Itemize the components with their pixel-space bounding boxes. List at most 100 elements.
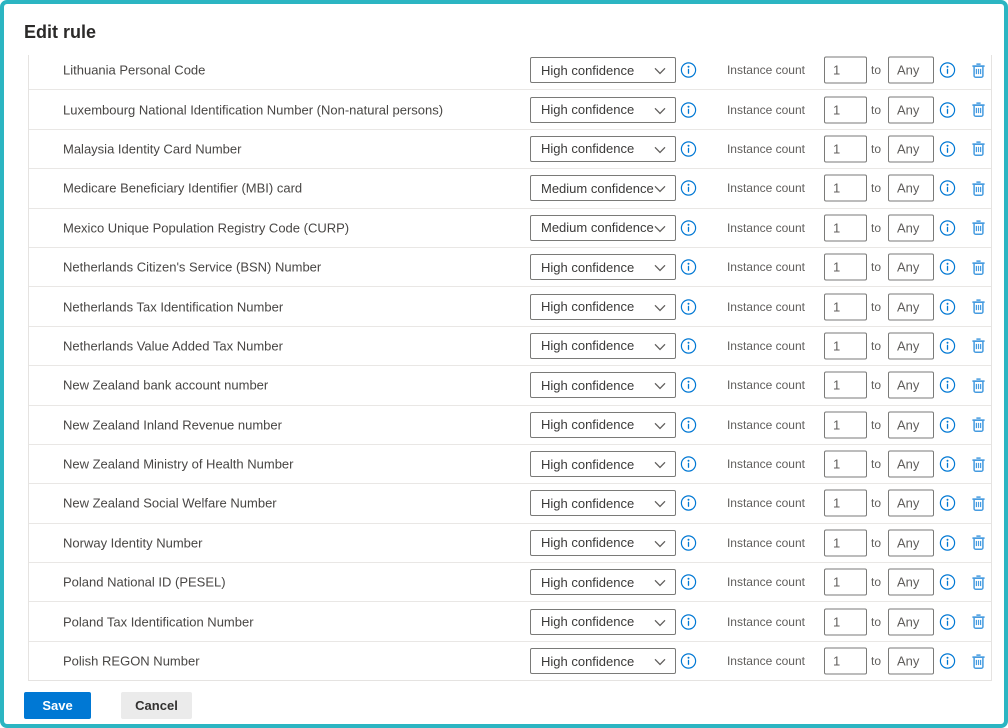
instance-count-max-input[interactable] — [888, 489, 934, 517]
delete-rule-button[interactable] — [968, 651, 988, 671]
instance-count-info-icon[interactable] — [939, 62, 956, 79]
instance-count-info-icon[interactable] — [939, 456, 956, 473]
instance-count-max-input[interactable] — [888, 371, 934, 399]
instance-count-min-input[interactable] — [824, 293, 867, 321]
instance-count-max-input[interactable] — [888, 647, 934, 675]
instance-count-min-input[interactable] — [824, 450, 867, 478]
delete-rule-button[interactable] — [968, 415, 988, 435]
instance-count-info-icon[interactable] — [939, 613, 956, 630]
instance-count-max-input[interactable] — [888, 135, 934, 163]
confidence-dropdown[interactable]: High confidence — [530, 332, 676, 359]
confidence-dropdown[interactable]: High confidence — [530, 529, 676, 556]
instance-count-max-input[interactable] — [888, 96, 934, 124]
instance-count-max-input[interactable] — [888, 214, 934, 242]
instance-count-info-icon[interactable] — [939, 140, 956, 157]
delete-rule-button[interactable] — [968, 139, 988, 159]
instance-count-info-icon[interactable] — [939, 337, 956, 354]
confidence-dropdown[interactable]: High confidence — [530, 490, 676, 517]
instance-count-min-input[interactable] — [824, 647, 867, 675]
cancel-button[interactable]: Cancel — [121, 692, 192, 719]
instance-count-max-input[interactable] — [888, 293, 934, 321]
instance-count-info-icon[interactable] — [939, 416, 956, 433]
instance-count-max-input[interactable] — [888, 411, 934, 439]
instance-count-info-icon[interactable] — [939, 259, 956, 276]
confidence-dropdown[interactable]: High confidence — [530, 96, 676, 123]
delete-rule-button[interactable] — [968, 336, 988, 356]
delete-rule-button[interactable] — [968, 612, 988, 632]
chevron-down-icon — [654, 500, 666, 508]
instance-count-min-input[interactable] — [824, 174, 867, 202]
instance-count-min-input[interactable] — [824, 371, 867, 399]
instance-count-label: Instance count — [726, 260, 805, 275]
confidence-dropdown[interactable]: Medium confidence — [530, 175, 676, 202]
confidence-dropdown-value: High confidence — [541, 377, 635, 393]
rule-row: Polish REGON Number High confidence Inst… — [29, 642, 991, 680]
instance-count-max-input[interactable] — [888, 174, 934, 202]
instance-count-info-icon[interactable] — [939, 298, 956, 315]
confidence-dropdown[interactable]: High confidence — [530, 451, 676, 478]
confidence-dropdown[interactable]: High confidence — [530, 648, 676, 675]
confidence-dropdown[interactable]: Medium confidence — [530, 214, 676, 241]
instance-count-info-icon[interactable] — [939, 653, 956, 670]
instance-count-min-input[interactable] — [824, 96, 867, 124]
rule-name-label: Netherlands Tax Identification Number — [63, 299, 284, 315]
instance-count-max-input[interactable] — [888, 332, 934, 360]
instance-count-min-input[interactable] — [824, 411, 867, 439]
delete-rule-button[interactable] — [968, 60, 988, 80]
rules-list[interactable]: Lithuania Personal Code High confidence … — [28, 55, 992, 681]
confidence-dropdown[interactable]: High confidence — [530, 411, 676, 438]
instance-count-min-input[interactable] — [824, 568, 867, 596]
instance-count-label: Instance count — [726, 457, 805, 472]
instance-count-label: Instance count — [726, 614, 805, 629]
instance-count-info-icon[interactable] — [939, 219, 956, 236]
rule-row: Norway Identity Number High confidence I… — [29, 524, 991, 564]
instance-count-max-input[interactable] — [888, 253, 934, 281]
instance-count-min-input[interactable] — [824, 332, 867, 360]
delete-rule-button[interactable] — [968, 572, 988, 592]
delete-rule-button[interactable] — [968, 218, 988, 238]
instance-count-min-input[interactable] — [824, 489, 867, 517]
delete-rule-button[interactable] — [968, 493, 988, 513]
instance-count-min-input[interactable] — [824, 56, 867, 84]
chevron-down-icon — [654, 461, 666, 469]
instance-count-info-icon[interactable] — [939, 377, 956, 394]
instance-count-label: Instance count — [726, 63, 805, 78]
delete-rule-button[interactable] — [968, 178, 988, 198]
confidence-dropdown[interactable]: High confidence — [530, 57, 676, 84]
confidence-dropdown[interactable]: High confidence — [530, 372, 676, 399]
rule-name-label: Mexico Unique Population Registry Code (… — [63, 220, 350, 236]
delete-rule-button[interactable] — [968, 297, 988, 317]
instance-count-max-input[interactable] — [888, 608, 934, 636]
instance-count-info-icon[interactable] — [939, 574, 956, 591]
confidence-dropdown[interactable]: High confidence — [530, 293, 676, 320]
instance-count-max-input[interactable] — [888, 568, 934, 596]
delete-rule-button[interactable] — [968, 257, 988, 277]
confidence-dropdown[interactable]: High confidence — [530, 254, 676, 281]
confidence-dropdown[interactable]: High confidence — [530, 608, 676, 635]
instance-count-max-input[interactable] — [888, 450, 934, 478]
trash-icon — [971, 219, 986, 236]
save-button[interactable]: Save — [24, 692, 91, 719]
delete-rule-button[interactable] — [968, 100, 988, 120]
trash-icon — [971, 416, 986, 433]
instance-count-info-icon[interactable] — [939, 180, 956, 197]
instance-count-info-icon[interactable] — [939, 101, 956, 118]
chevron-down-icon — [654, 422, 666, 430]
instance-count-min-input[interactable] — [824, 214, 867, 242]
instance-count-max-input[interactable] — [888, 56, 934, 84]
chevron-down-icon — [654, 304, 666, 312]
instance-count-info-icon[interactable] — [939, 495, 956, 512]
delete-rule-button[interactable] — [968, 454, 988, 474]
instance-count-min-input[interactable] — [824, 253, 867, 281]
instance-count-min-input[interactable] — [824, 135, 867, 163]
instance-count-info-icon[interactable] — [939, 534, 956, 551]
instance-count-max-input[interactable] — [888, 529, 934, 557]
delete-rule-button[interactable] — [968, 533, 988, 553]
confidence-dropdown-value: High confidence — [541, 62, 635, 78]
instance-count-min-input[interactable] — [824, 608, 867, 636]
delete-rule-button[interactable] — [968, 375, 988, 395]
confidence-dropdown[interactable]: High confidence — [530, 135, 676, 162]
instance-count-label: Instance count — [726, 299, 805, 314]
instance-count-min-input[interactable] — [824, 529, 867, 557]
confidence-dropdown[interactable]: High confidence — [530, 569, 676, 596]
